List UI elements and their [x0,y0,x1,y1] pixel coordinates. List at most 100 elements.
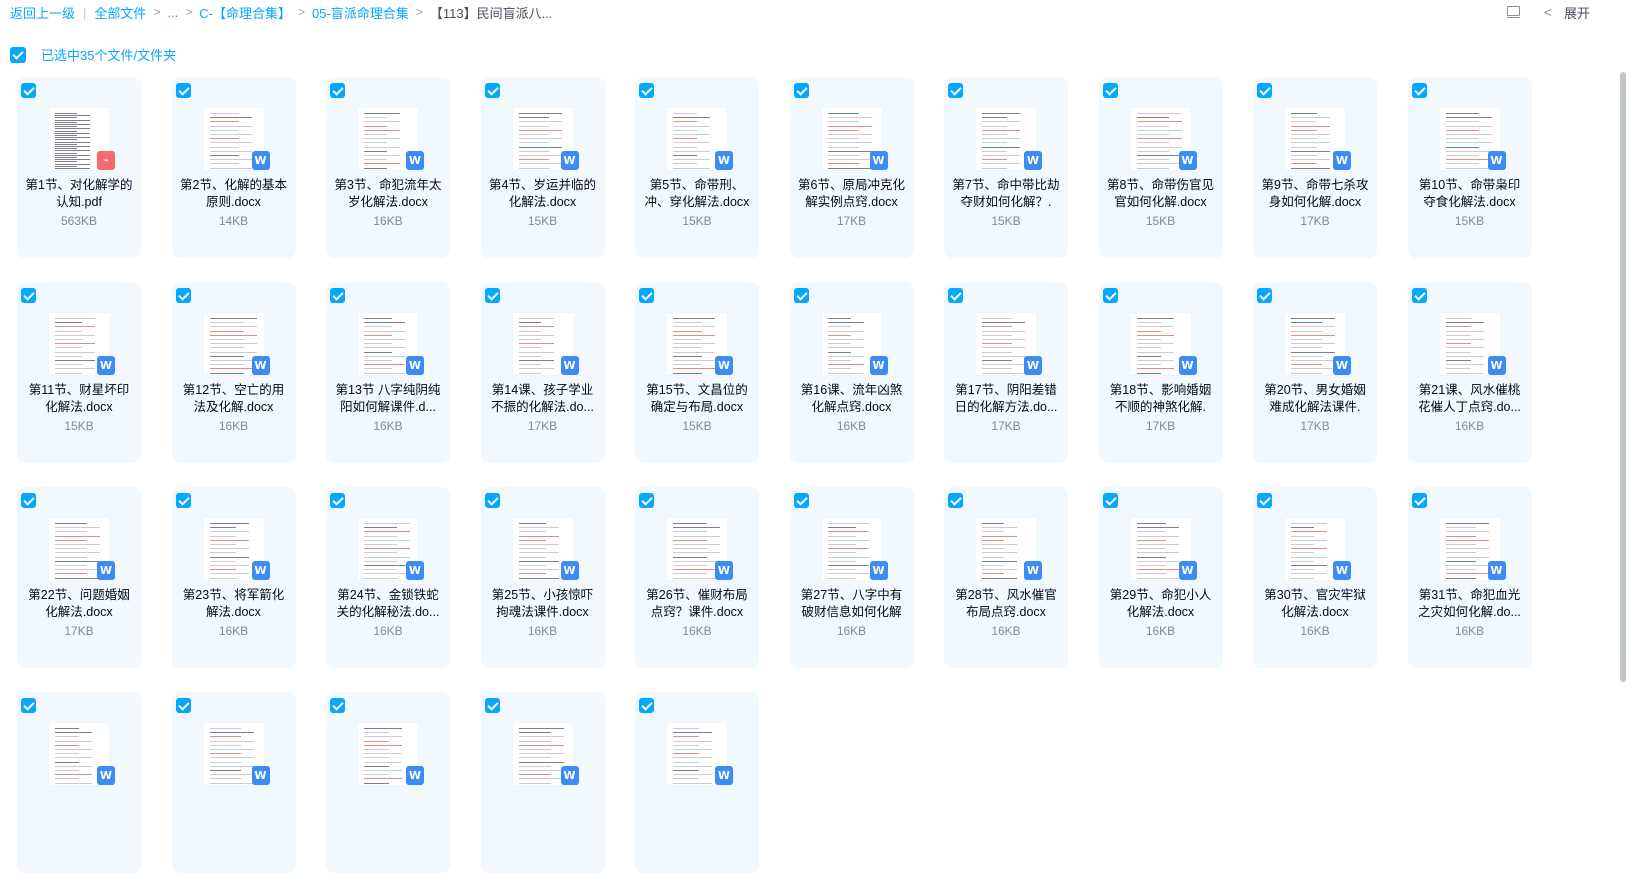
file-card[interactable]: W 第12节、空亡的用法及化解.docx 16KB [171,282,296,463]
file-card[interactable]: W 第4节、岁运并临的化解法.docx 15KB [480,77,605,258]
file-checkbox[interactable] [175,83,191,98]
top-right-tools: < 展开 [1506,0,1590,24]
file-name: 第18节、影响婚姻不顺的神煞化解. [1109,383,1212,414]
file-card[interactable]: W [480,692,605,873]
file-card[interactable]: W 第28节、风水催官布局点窍.docx 16KB [944,487,1068,668]
file-card[interactable]: W 第2节、化解的基本原则.docx 14KB [171,77,296,258]
file-card[interactable]: W 第22节、问题婚姻化解法.docx 17KB [17,487,141,668]
file-checkbox[interactable] [21,493,36,508]
file-checkbox[interactable] [1411,288,1427,303]
file-size: 16KB [682,624,712,638]
breadcrumb-item-folder[interactable]: 05-盲派命理合集 [312,3,409,22]
file-checkbox[interactable] [175,288,191,303]
file-checkbox[interactable] [330,698,345,713]
file-card[interactable]: W 第13节 八字纯阴纯阳如何解课件.d... 16KB [326,282,450,463]
file-card[interactable]: W 第20节、男女婚姻难成化解法课件. 17KB [1253,282,1377,463]
file-name: 第28节、风水催官布局点窍.docx [955,588,1057,619]
file-card[interactable]: ⌁ 第1节、对化解学的认知.pdf 563KB [17,77,141,258]
file-checkbox[interactable] [484,83,500,98]
file-card[interactable]: W [17,692,141,873]
file-card[interactable]: W 第7节、命中带比劫夺财如何化解？. 15KB [944,77,1068,258]
chevron-right-icon: > [298,5,306,19]
file-checkbox[interactable] [948,288,963,303]
file-checkbox[interactable] [793,83,809,98]
file-grid: ⌁ 第1节、对化解学的认知.pdf 563KB W 第2节、化解的基本原则.docx 14… [17,77,1532,873]
file-size: 16KB [373,214,403,228]
file-checkbox[interactable] [21,83,36,98]
file-card[interactable]: W 第27节、八字中有破财信息如何化解 16KB [789,487,914,668]
file-card[interactable]: W 第26节、催财布局点窍？课件.docx 16KB [635,487,759,668]
file-card[interactable]: W 第17节、阴阳差错日的化解方法.do... 17KB [944,282,1068,463]
view-mode-icon[interactable] [1506,5,1520,19]
file-checkbox[interactable] [1257,493,1272,508]
scrollbar-thumb[interactable] [1620,72,1626,682]
file-card[interactable]: W 第24节、金锁铁蛇关的化解秘法.do... 16KB [326,487,450,668]
file-checkbox[interactable] [793,288,809,303]
file-checkbox[interactable] [175,698,191,713]
file-checkbox[interactable] [1102,493,1118,508]
file-card[interactable]: W 第25节、小孩惊吓拘魂法课件.docx 16KB [480,487,605,668]
file-checkbox[interactable] [330,288,345,303]
file-checkbox[interactable] [1257,288,1272,303]
file-checkbox[interactable] [639,288,654,303]
scrollbar[interactable] [1620,72,1626,682]
file-card[interactable]: W 第8节、命带伤官见官如何化解.docx 15KB [1098,77,1223,258]
file-checkbox[interactable] [1257,83,1272,98]
file-card[interactable]: W 第14课、孩子学业不振的化解法.do... 17KB [480,282,605,463]
word-file-icon: W [715,356,733,375]
file-card[interactable]: W [326,692,450,873]
file-checkbox[interactable] [175,493,191,508]
file-name: 第4节、岁运并临的化解法.docx [489,178,596,209]
file-card[interactable]: W [171,692,296,873]
file-size: 16KB [1454,624,1485,638]
file-checkbox[interactable] [639,493,654,508]
file-card[interactable]: W 第21课、风水催桃花催人丁点窍.do... 16KB [1407,282,1532,463]
file-checkbox[interactable] [330,493,345,508]
file-checkbox[interactable] [330,83,345,98]
file-checkbox[interactable] [1102,288,1118,303]
file-name: 第10节、命带枭印夺食化解法.docx [1418,178,1521,209]
file-checkbox[interactable] [948,493,963,508]
file-card[interactable]: W 第5节、命带刑、冲、穿化解法.docx 15KB [635,77,759,258]
file-checkbox[interactable] [793,493,809,508]
file-checkbox[interactable] [639,83,654,98]
file-checkbox[interactable] [21,698,36,713]
back-link[interactable]: 返回上一级 [10,3,75,22]
file-name: 第6节、原局冲克化解实例点窍.docx [798,178,905,209]
file-checkbox[interactable] [484,493,500,508]
file-checkbox[interactable] [484,698,500,713]
word-file-icon: W [1487,356,1506,375]
file-card[interactable]: W 第11节、财星坏印化解法.docx 15KB [17,282,141,463]
select-all-checkbox[interactable] [10,46,26,63]
file-card[interactable]: W 第9节、命带七杀攻身如何化解.docx 17KB [1253,77,1377,258]
file-card[interactable]: W 第31节、命犯血光之灾如何化解.do... 16KB [1407,487,1532,668]
file-card[interactable]: W 第30节、官灾牢狱化解法.docx 16KB [1253,487,1377,668]
file-checkbox[interactable] [948,83,963,98]
file-card[interactable]: W 第29节、命犯小人化解法.docx 16KB [1098,487,1223,668]
file-checkbox[interactable] [639,698,654,713]
expand-button[interactable]: < 展开 [1544,3,1590,22]
file-name [23,792,135,826]
breadcrumb-item-ellipsis[interactable]: ... [167,5,178,20]
file-name: 第3节、命犯流年太岁化解法.docx [334,178,442,209]
file-card[interactable]: W [635,692,759,873]
file-size: 16KB [1300,624,1330,638]
breadcrumb-item-folder[interactable]: C-【命理合集】 [199,3,291,22]
file-checkbox[interactable] [1411,493,1427,508]
file-size: 16KB [373,419,403,433]
file-checkbox[interactable] [1411,83,1427,98]
file-checkbox[interactable] [484,288,500,303]
file-size: 17KB [527,419,558,433]
file-size: 16KB [1145,624,1176,638]
file-card[interactable]: W 第15节、文昌位的确定与布局.docx 15KB [635,282,759,463]
file-card[interactable]: W 第6节、原局冲克化解实例点窍.docx 17KB [789,77,914,258]
file-card[interactable]: W 第3节、命犯流年太岁化解法.docx 16KB [326,77,450,258]
file-checkbox[interactable] [1102,83,1118,98]
file-card[interactable]: W 第10节、命带枭印夺食化解法.docx 15KB [1407,77,1532,258]
breadcrumb-item-all-files[interactable]: 全部文件 [94,3,146,22]
file-card[interactable]: W 第18节、影响婚姻不顺的神煞化解. 17KB [1098,282,1223,463]
file-checkbox[interactable] [21,288,36,303]
file-name: 第24节、金锁铁蛇关的化解秘法.do... [336,588,440,619]
file-card[interactable]: W 第16课、流年凶煞化解点窍.docx 16KB [789,282,914,463]
file-card[interactable]: W 第23节、将军箭化解法.docx 16KB [171,487,296,668]
